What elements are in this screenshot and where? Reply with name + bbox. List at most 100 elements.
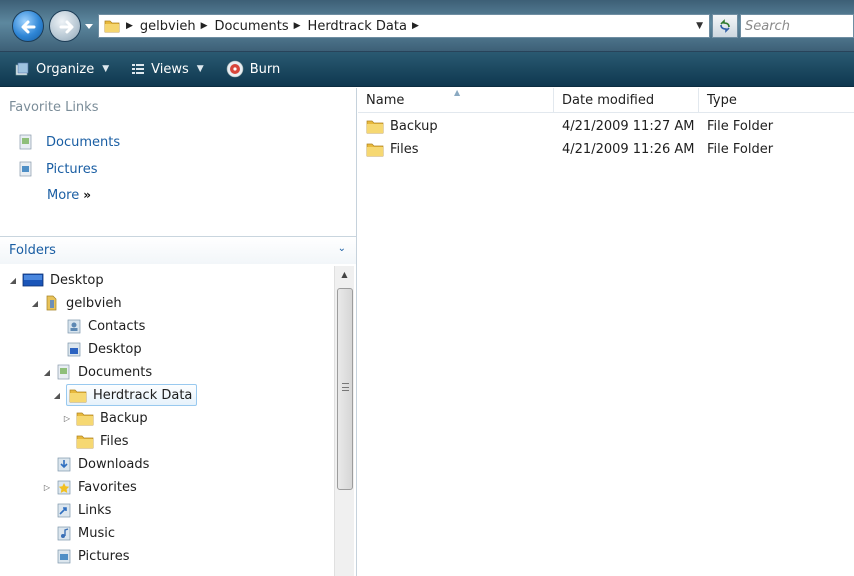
organize-label: Organize — [36, 61, 95, 77]
documents-icon — [19, 134, 32, 150]
tree-node-label: Desktop — [50, 272, 104, 288]
file-row[interactable]: Backup 4/21/2009 11:27 AM File Folder — [358, 115, 854, 137]
burn-disc-icon — [226, 60, 244, 78]
favorites-icon — [57, 480, 71, 495]
tree-node-label: Contacts — [88, 318, 146, 334]
tree-node-documents[interactable]: ◢ Documents — [42, 361, 152, 383]
breadcrumb-gelbvieh[interactable]: gelbvieh — [140, 19, 196, 34]
expanded-triangle-icon[interactable]: ◢ — [8, 276, 18, 285]
tree-node-downloads[interactable]: Downloads — [42, 453, 149, 475]
chevron-down-icon[interactable]: ⌄ — [338, 243, 346, 254]
address-box[interactable]: ▶ gelbvieh ▶ Documents ▶ Herdtrack Data … — [98, 14, 710, 38]
column-label: Type — [707, 93, 737, 108]
organize-button[interactable]: Organize ▼ — [14, 61, 109, 77]
file-name-cell: Files — [366, 141, 419, 157]
views-button[interactable]: Views ▼ — [131, 62, 204, 77]
breadcrumb-separator-icon[interactable]: ▶ — [294, 21, 301, 31]
file-list: Name ▲ Date modified Type Backup 4/21/20… — [358, 88, 854, 576]
breadcrumb-documents[interactable]: Documents — [215, 19, 289, 34]
favorites-more-button[interactable]: More» — [47, 188, 91, 203]
tree-node-favorites[interactable]: ▷ Favorites — [42, 476, 137, 498]
file-name: Files — [390, 141, 419, 157]
tree-node-backup[interactable]: ▷ Backup — [62, 407, 148, 429]
favorite-link-pictures[interactable]: Pictures — [18, 160, 97, 178]
documents-icon — [57, 364, 70, 380]
breadcrumb-herdtrack-data[interactable]: Herdtrack Data — [308, 19, 407, 34]
tree-node-desktop-folder[interactable]: Desktop — [52, 338, 142, 360]
forward-arrow-icon — [59, 20, 74, 34]
scrollbar-thumb[interactable] — [337, 288, 353, 490]
tree-node-gelbvieh[interactable]: ◢ gelbvieh — [30, 292, 122, 314]
tree-node-desktop[interactable]: ◢ Desktop — [8, 269, 104, 291]
forward-button[interactable] — [49, 10, 81, 42]
favorite-link-label: Pictures — [46, 161, 98, 177]
pictures-icon — [19, 161, 32, 177]
refresh-button[interactable] — [712, 14, 738, 38]
breadcrumb-separator-icon[interactable]: ▶ — [412, 21, 419, 31]
burn-button[interactable]: Burn — [226, 60, 281, 78]
folder-icon — [76, 435, 94, 449]
column-header-date-modified[interactable]: Date modified — [554, 88, 699, 113]
navigation-pane: Favorite Links Documents Pictures More» … — [0, 88, 357, 576]
pictures-icon — [57, 549, 71, 564]
tree-node-label: Documents — [78, 364, 153, 380]
folders-header[interactable]: Folders ⌄ — [0, 236, 356, 264]
folders-header-label: Folders — [9, 243, 56, 258]
tree-node-files[interactable]: Files — [62, 430, 129, 452]
tree-node-label: Downloads — [78, 456, 150, 472]
breadcrumb-separator-icon[interactable]: ▶ — [201, 21, 208, 31]
folder-icon — [104, 20, 120, 33]
tree-node-pictures[interactable]: Pictures — [42, 545, 129, 567]
views-label: Views — [151, 61, 189, 77]
music-icon — [57, 526, 71, 541]
expanded-triangle-icon[interactable]: ◢ — [52, 391, 62, 400]
tree-node-label: gelbvieh — [66, 295, 122, 311]
tree-node-label: Favorites — [78, 479, 137, 495]
sort-ascending-icon: ▲ — [454, 88, 461, 97]
column-header-name[interactable]: Name ▲ — [358, 88, 554, 113]
tree-node-label: Backup — [100, 410, 148, 426]
expanded-triangle-icon[interactable]: ◢ — [42, 368, 52, 377]
downloads-icon — [57, 457, 71, 472]
desktop-icon — [22, 273, 44, 287]
search-input[interactable]: Search — [740, 14, 854, 38]
collapsed-triangle-icon[interactable]: ▷ — [62, 414, 72, 423]
address-dropdown-icon[interactable]: ▼ — [696, 21, 703, 31]
more-label: More — [47, 188, 80, 203]
refresh-icon — [720, 19, 730, 33]
file-type: File Folder — [707, 119, 774, 134]
links-icon — [57, 503, 71, 518]
breadcrumb-separator-icon[interactable]: ▶ — [126, 21, 133, 31]
views-icon — [132, 64, 145, 74]
tree-node-label: Music — [78, 525, 115, 541]
collapsed-triangle-icon[interactable]: ▷ — [42, 483, 52, 492]
tree-node-herdtrack-data[interactable]: ◢ Herdtrack Data — [52, 384, 198, 406]
organize-icon — [15, 62, 29, 76]
burn-label: Burn — [249, 61, 281, 77]
file-row[interactable]: Files 4/21/2009 11:26 AM File Folder — [358, 138, 854, 160]
tree-node-links[interactable]: Links — [42, 499, 111, 521]
user-folder-icon — [46, 295, 57, 311]
command-bar: Organize ▼ Views ▼ Burn — [0, 52, 854, 87]
column-header-type[interactable]: Type — [699, 88, 854, 113]
scroll-up-icon[interactable]: ▲ — [335, 270, 354, 284]
back-button[interactable] — [12, 10, 44, 42]
file-type: File Folder — [707, 142, 774, 157]
column-label: Date modified — [562, 93, 655, 108]
tree-node-label: Files — [100, 433, 129, 449]
expanded-triangle-icon[interactable]: ◢ — [30, 299, 40, 308]
folder-icon — [366, 143, 384, 157]
tree-node-label: Desktop — [88, 341, 142, 357]
back-arrow-icon — [21, 20, 36, 34]
tree-node-contacts[interactable]: Contacts — [52, 315, 145, 337]
address-bar: ▶ gelbvieh ▶ Documents ▶ Herdtrack Data … — [0, 0, 854, 52]
chevron-down-icon: ▼ — [102, 64, 110, 74]
folder-icon — [76, 412, 94, 426]
tree-node-music[interactable]: Music — [42, 522, 115, 544]
folder-icon — [366, 120, 384, 134]
recent-pages-dropdown-icon[interactable] — [84, 20, 94, 32]
favorite-link-documents[interactable]: Documents — [18, 133, 120, 151]
folder-tree-scrollbar[interactable]: ▲ — [334, 266, 354, 576]
search-placeholder: Search — [745, 18, 790, 34]
file-name: Backup — [390, 118, 438, 134]
